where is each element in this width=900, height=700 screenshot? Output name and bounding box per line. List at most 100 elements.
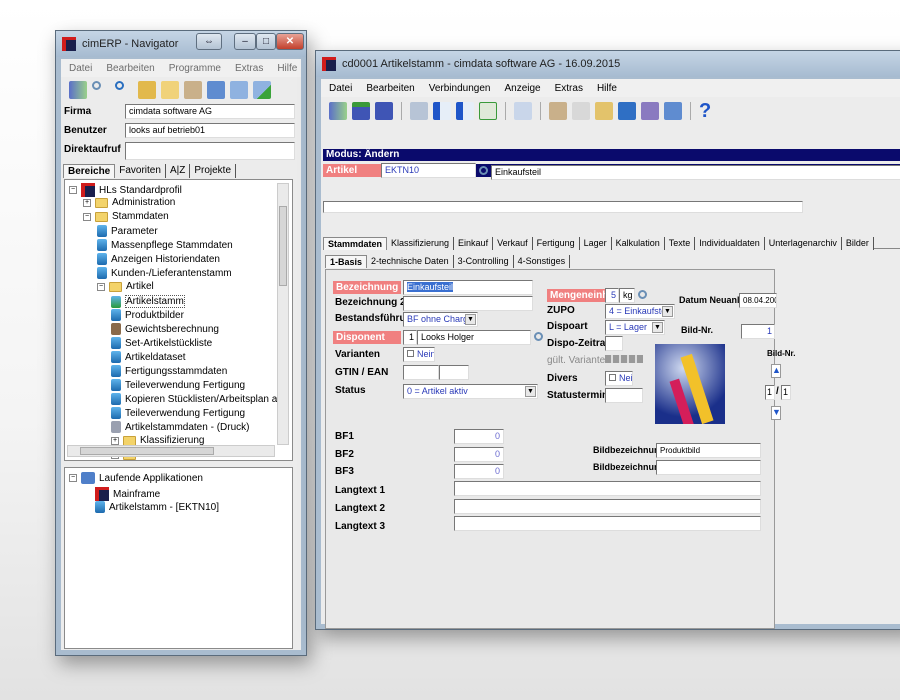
collapse-icon[interactable]: − — [83, 212, 91, 221]
tab-klassifizierung[interactable]: Klassifizierung — [387, 237, 455, 250]
subtab-technische-daten[interactable]: 2-technische Daten — [367, 255, 454, 268]
zupo-select[interactable]: 4 = Einkaufsteil ▼ — [605, 304, 675, 319]
maximize-button[interactable]: □ — [256, 33, 276, 50]
tree-item[interactable]: Anzeigen Historiendaten — [97, 253, 220, 265]
navigation-tree[interactable]: − HLs Standardprofil + Administration − Stamm… — [64, 179, 293, 461]
tab-fertigung[interactable]: Fertigung — [532, 237, 580, 250]
chevron-down-icon[interactable]: ▼ — [525, 386, 536, 397]
tree-item[interactable]: Fertigungsstammdaten — [111, 365, 227, 377]
tree-item[interactable]: − Artikel — [97, 281, 154, 292]
search-web-icon[interactable] — [115, 81, 133, 99]
search-icon[interactable] — [92, 81, 110, 99]
tab-az[interactable]: A|Z — [165, 164, 191, 178]
chevron-down-icon[interactable]: ▼ — [465, 314, 476, 325]
benutzer-field[interactable]: looks auf betrieb01 — [125, 123, 295, 138]
collapse-icon[interactable]: − — [69, 186, 77, 194]
folder-check-icon[interactable] — [138, 81, 156, 99]
tab-individualdaten[interactable]: Individualdaten — [695, 237, 765, 250]
main-titlebar[interactable]: cd0001 Artikelstamm - cimdata software A… — [316, 51, 900, 77]
statustermin-field[interactable] — [605, 388, 643, 403]
tab-texte[interactable]: Texte — [664, 237, 696, 250]
clipboard-icon[interactable] — [549, 102, 567, 120]
tab-bilder[interactable]: Bilder — [841, 237, 874, 250]
artikel-extra-field[interactable] — [323, 201, 803, 213]
running-apps-root[interactable]: − Laufende Applikationen — [69, 472, 203, 484]
import-down-icon[interactable] — [433, 102, 451, 120]
disponent-nr-field[interactable]: 1 — [403, 330, 417, 345]
chevron-down-icon[interactable]: ▼ — [662, 306, 673, 317]
menu-programme[interactable]: Programme — [169, 63, 221, 74]
expand-icon[interactable]: + — [111, 436, 119, 445]
tree-item[interactable]: Kunden-/Lieferantenstamm — [97, 267, 232, 279]
running-app-mainframe[interactable]: Mainframe — [95, 487, 160, 501]
menu-datei[interactable]: Datei — [69, 63, 92, 74]
save-icon[interactable] — [375, 102, 393, 120]
bildbezeichnung2-field[interactable] — [656, 460, 761, 475]
disponent-search-icon[interactable] — [534, 332, 543, 341]
image-page-current[interactable]: 1 — [765, 385, 775, 400]
tree-item[interactable]: Produktbilder — [111, 309, 184, 321]
chevron-down-icon[interactable]: ▼ — [652, 322, 663, 333]
tree-item[interactable]: Teileverwendung Fertigung — [111, 407, 245, 419]
folder-mail-icon[interactable] — [161, 81, 179, 99]
menu-hilfe[interactable]: Hilfe — [277, 63, 297, 74]
menu-bearbeiten[interactable]: Bearbeiten — [366, 83, 414, 94]
firma-field[interactable]: cimdata software AG — [125, 104, 295, 119]
artikel-field[interactable]: EKTN10 — [381, 163, 476, 178]
bf3-field[interactable]: 0 — [454, 464, 504, 479]
bild-nr-field[interactable]: 1 — [741, 324, 775, 339]
tree-item[interactable]: Parameter — [97, 225, 158, 237]
bf2-field[interactable]: 0 — [454, 447, 504, 462]
divers-checkbox[interactable]: Nein — [605, 371, 633, 386]
gtin-field-1[interactable] — [403, 365, 439, 380]
tab-lager[interactable]: Lager — [579, 237, 612, 250]
bezeichnung2-field[interactable] — [403, 296, 533, 311]
refresh-document-icon[interactable] — [479, 102, 497, 120]
edit-document-icon[interactable] — [410, 102, 428, 120]
checkbox-icon[interactable] — [609, 374, 616, 381]
card-icon[interactable] — [595, 102, 613, 120]
menu-hilfe[interactable]: Hilfe — [597, 83, 617, 94]
direktaufruf-field[interactable] — [125, 142, 295, 160]
dispo-zeitraum-field[interactable] — [605, 336, 623, 351]
bildbezeichnung1-field[interactable]: Produktbild — [656, 443, 761, 458]
tree-horizontal-scrollbar[interactable] — [67, 445, 275, 457]
tree-vertical-scrollbar[interactable] — [277, 183, 289, 445]
dispoart-select[interactable]: L = Lager ▼ — [605, 320, 665, 335]
artikel-search-icon[interactable] — [479, 166, 488, 175]
next-image-icon[interactable]: ▼ — [771, 406, 781, 420]
tree-item[interactable]: Artikeldataset — [111, 351, 186, 363]
running-app-artikelstamm[interactable]: Artikelstamm - [EKTN10] — [95, 501, 219, 513]
subtab-sonstiges[interactable]: 4-Sonstiges — [513, 255, 571, 268]
tree-item[interactable]: Kopieren Stücklisten/Arbeitsplan a — [111, 393, 277, 405]
collapse-icon[interactable]: − — [97, 282, 105, 291]
split-window-icon[interactable] — [230, 81, 248, 99]
tree-item[interactable]: Artikelstamm — [111, 295, 185, 308]
disponent-name-field[interactable]: Looks Holger — [417, 330, 531, 345]
export-up-icon[interactable] — [456, 102, 474, 120]
mengeneinheit-nr-field[interactable]: 5 — [605, 288, 619, 303]
save-check-icon[interactable] — [352, 102, 370, 120]
menu-extras[interactable]: Extras — [235, 63, 263, 74]
collapse-icon[interactable]: − — [69, 474, 77, 482]
close-button[interactable]: ✕ — [276, 33, 304, 50]
tree-item[interactable]: Massenpflege Stammdaten — [97, 239, 233, 251]
help-icon[interactable]: ? — [699, 100, 711, 123]
menu-verbindungen[interactable]: Verbindungen — [429, 83, 491, 94]
menu-anzeige[interactable]: Anzeige — [504, 83, 540, 94]
tab-projekte[interactable]: Projekte — [190, 164, 237, 178]
exit-door-icon[interactable] — [69, 81, 87, 99]
tree-item[interactable]: Set-Artikelstückliste — [111, 337, 212, 349]
expand-icon[interactable]: + — [83, 198, 91, 207]
status-select[interactable]: 0 = Artikel aktiv ▼ — [403, 384, 538, 399]
windows-cascade-icon[interactable] — [618, 102, 636, 120]
tree-item[interactable]: − HLs Standardprofil — [69, 183, 182, 197]
mail-icon[interactable] — [514, 102, 532, 120]
menu-bearbeiten[interactable]: Bearbeiten — [106, 63, 154, 74]
mengeneinheit-field[interactable]: kg — [619, 288, 635, 303]
tab-verkauf[interactable]: Verkauf — [493, 237, 533, 250]
tab-unterlagenarchiv[interactable]: Unterlagenarchiv — [764, 237, 842, 250]
exit-door-icon[interactable] — [329, 102, 347, 120]
checkbox-icon[interactable] — [407, 350, 414, 357]
tree-item[interactable]: − Stammdaten — [83, 211, 169, 222]
